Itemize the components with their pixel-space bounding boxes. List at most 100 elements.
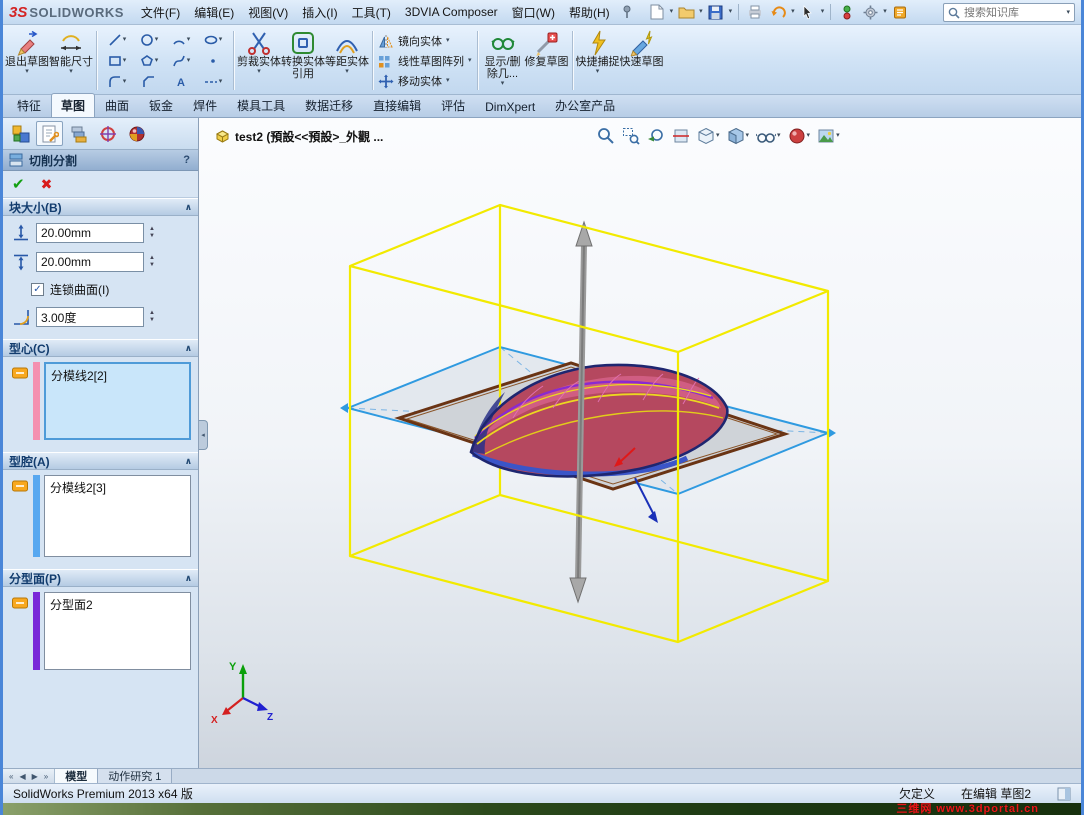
edit-appearance-icon[interactable]: ▾ [786, 125, 813, 147]
ok-button[interactable]: ✔ [12, 175, 25, 193]
rebuild-icon[interactable] [837, 2, 857, 22]
options-gear-icon[interactable] [860, 2, 880, 22]
task-pane-toggle-icon[interactable] [1057, 787, 1071, 801]
next-tab-icon[interactable]: ▶ [30, 770, 40, 783]
convert-entities-button[interactable]: 转换实体引用 [281, 27, 325, 94]
text-icon[interactable]: A [165, 71, 197, 92]
section-view-icon[interactable] [670, 125, 692, 147]
pin-menu-icon[interactable] [621, 5, 633, 19]
select-cursor-icon[interactable] [798, 2, 818, 22]
line-icon[interactable]: ▾ [101, 29, 133, 50]
core-selection-list[interactable]: 分模线2[2] [44, 362, 191, 440]
apply-scene-icon[interactable]: ▾ [815, 125, 842, 147]
display-delete-relations-button[interactable]: 显示/删除几... ▾ [481, 27, 525, 94]
arc-icon[interactable]: ▾ [165, 29, 197, 50]
rapid-sketch-button[interactable]: 快速草图 [620, 27, 664, 94]
smart-dimension-button[interactable]: 智能尺寸 ▾ [49, 27, 93, 94]
tab-evaluate[interactable]: 评估 [431, 93, 475, 117]
depth1-spinner[interactable]: ▲ ▼ [149, 226, 155, 240]
save-icon[interactable] [706, 2, 726, 22]
menu-file[interactable]: 文件(F) [134, 0, 187, 25]
display-style-icon[interactable]: ▾ [725, 125, 752, 147]
trim-entities-button[interactable]: 剪裁实体 ▾ [237, 27, 281, 94]
dimxpertmanager-tab[interactable] [94, 121, 121, 146]
core-selection-item[interactable]: 分模线2[2] [51, 367, 184, 384]
parting-surface-section-header[interactable]: 分型面(P) ∧ [3, 569, 198, 587]
cavity-selection-item[interactable]: 分模线2[3] [50, 479, 185, 496]
zoom-fit-icon[interactable] [595, 125, 617, 147]
tab-direct-editing[interactable]: 直接编辑 [363, 93, 431, 117]
menu-help[interactable]: 帮助(H) [562, 0, 617, 25]
block-size-section-header[interactable]: 块大小(B) ∧ [3, 198, 198, 216]
open-icon[interactable] [676, 2, 696, 22]
hide-show-items-icon[interactable]: ▾ [754, 125, 783, 147]
cavity-selection-list[interactable]: 分模线2[3] [44, 475, 191, 557]
draft-angle-field[interactable] [36, 307, 144, 327]
toolbar-separator [738, 4, 740, 20]
featuremanager-tab[interactable] [7, 121, 34, 146]
tab-features[interactable]: 特征 [7, 93, 51, 117]
exit-sketch-button[interactable]: 退出草图 ▾ [5, 27, 49, 94]
polygon-icon[interactable]: ▾ [133, 50, 165, 71]
mirror-entities-button[interactable]: 镜向实体 ▾ [378, 33, 472, 49]
previous-view-icon[interactable] [645, 125, 667, 147]
tab-surfaces[interactable]: 曲面 [95, 93, 139, 117]
tab-data-migration[interactable]: 数据迁移 [295, 93, 363, 117]
3d-scene[interactable]: Y X Z [199, 118, 1081, 768]
menu-edit[interactable]: 编辑(E) [187, 0, 241, 25]
quick-snaps-button[interactable]: 快捷捕捉 ▾ [576, 27, 620, 94]
new-document-icon[interactable] [647, 2, 667, 22]
tab-office-products[interactable]: 办公室产品 [545, 93, 625, 117]
block-depth2-field[interactable] [36, 252, 144, 272]
parting-surface-selection-item[interactable]: 分型面2 [50, 596, 185, 613]
centerline-icon[interactable]: ▾ [197, 71, 229, 92]
last-tab-icon[interactable]: » [42, 770, 50, 783]
circle-icon[interactable]: ▾ [133, 29, 165, 50]
rectangle-icon[interactable]: ▾ [101, 50, 133, 71]
menu-insert[interactable]: 插入(I) [295, 0, 344, 25]
linear-sketch-pattern-button[interactable]: 线性草图阵列 ▾ [378, 53, 472, 69]
draft-angle-spinner[interactable]: ▲ ▼ [149, 310, 155, 324]
tab-dimxpert[interactable]: DimXpert [475, 96, 545, 117]
menu-view[interactable]: 视图(V) [241, 0, 295, 25]
menu-tools[interactable]: 工具(T) [345, 0, 398, 25]
depth2-spinner[interactable]: ▲ ▼ [149, 255, 155, 269]
move-entities-button[interactable]: 移动实体 ▾ [378, 73, 472, 89]
search-input[interactable] [964, 6, 1063, 19]
interlock-surfaces-checkbox[interactable]: ✓ [31, 283, 44, 296]
point-icon[interactable] [197, 50, 229, 71]
ellipse-icon[interactable]: ▾ [197, 29, 229, 50]
tab-sketch[interactable]: 草图 [51, 93, 96, 117]
help-button[interactable]: ? [180, 154, 193, 166]
appearances-tab[interactable] [123, 121, 150, 146]
menu-window[interactable]: 窗口(W) [505, 0, 562, 25]
block-depth1-field[interactable] [36, 223, 144, 243]
tab-sheet-metal[interactable]: 钣金 [139, 93, 183, 117]
first-tab-icon[interactable]: « [7, 770, 15, 783]
zoom-area-icon[interactable] [620, 125, 642, 147]
motion-study-tab[interactable]: 动作研究 1 [98, 769, 173, 783]
tab-mold-tools[interactable]: 模具工具 [227, 93, 295, 117]
cavity-section-header[interactable]: 型腔(A) ∧ [3, 452, 198, 470]
help-resources-icon[interactable] [890, 2, 910, 22]
offset-entities-button[interactable]: 等距实体 ▾ [325, 27, 369, 94]
parting-surface-selection-list[interactable]: 分型面2 [44, 592, 191, 670]
spline-icon[interactable]: ▾ [165, 50, 197, 71]
propertymanager-tab[interactable] [36, 121, 63, 146]
prev-tab-icon[interactable]: ◀ [17, 770, 27, 783]
undo-icon[interactable] [768, 2, 788, 22]
model-tab[interactable]: 模型 [55, 769, 99, 783]
print-icon[interactable] [745, 2, 765, 22]
menu-3dvia-composer[interactable]: 3DVIA Composer [398, 1, 505, 23]
search-box[interactable]: ▾ [943, 3, 1075, 22]
cancel-button[interactable]: ✖ [41, 176, 53, 193]
panel-splitter-handle[interactable]: ◂ [199, 420, 208, 450]
fillet-icon[interactable]: ▾ [101, 71, 133, 92]
configurationmanager-tab[interactable] [65, 121, 92, 146]
view-orientation-icon[interactable]: ▾ [695, 125, 722, 147]
chamfer-icon[interactable] [133, 71, 165, 92]
repair-sketch-button[interactable]: 修复草图 [525, 27, 569, 94]
core-section-header[interactable]: 型心(C) ∧ [3, 339, 198, 357]
graphics-viewport[interactable]: Y X Z test2 (預設<<預設>_外觀 ... ▾ ▾ ▾ ▾ ▾ ◂ [199, 118, 1081, 768]
tab-weldments[interactable]: 焊件 [183, 93, 227, 117]
